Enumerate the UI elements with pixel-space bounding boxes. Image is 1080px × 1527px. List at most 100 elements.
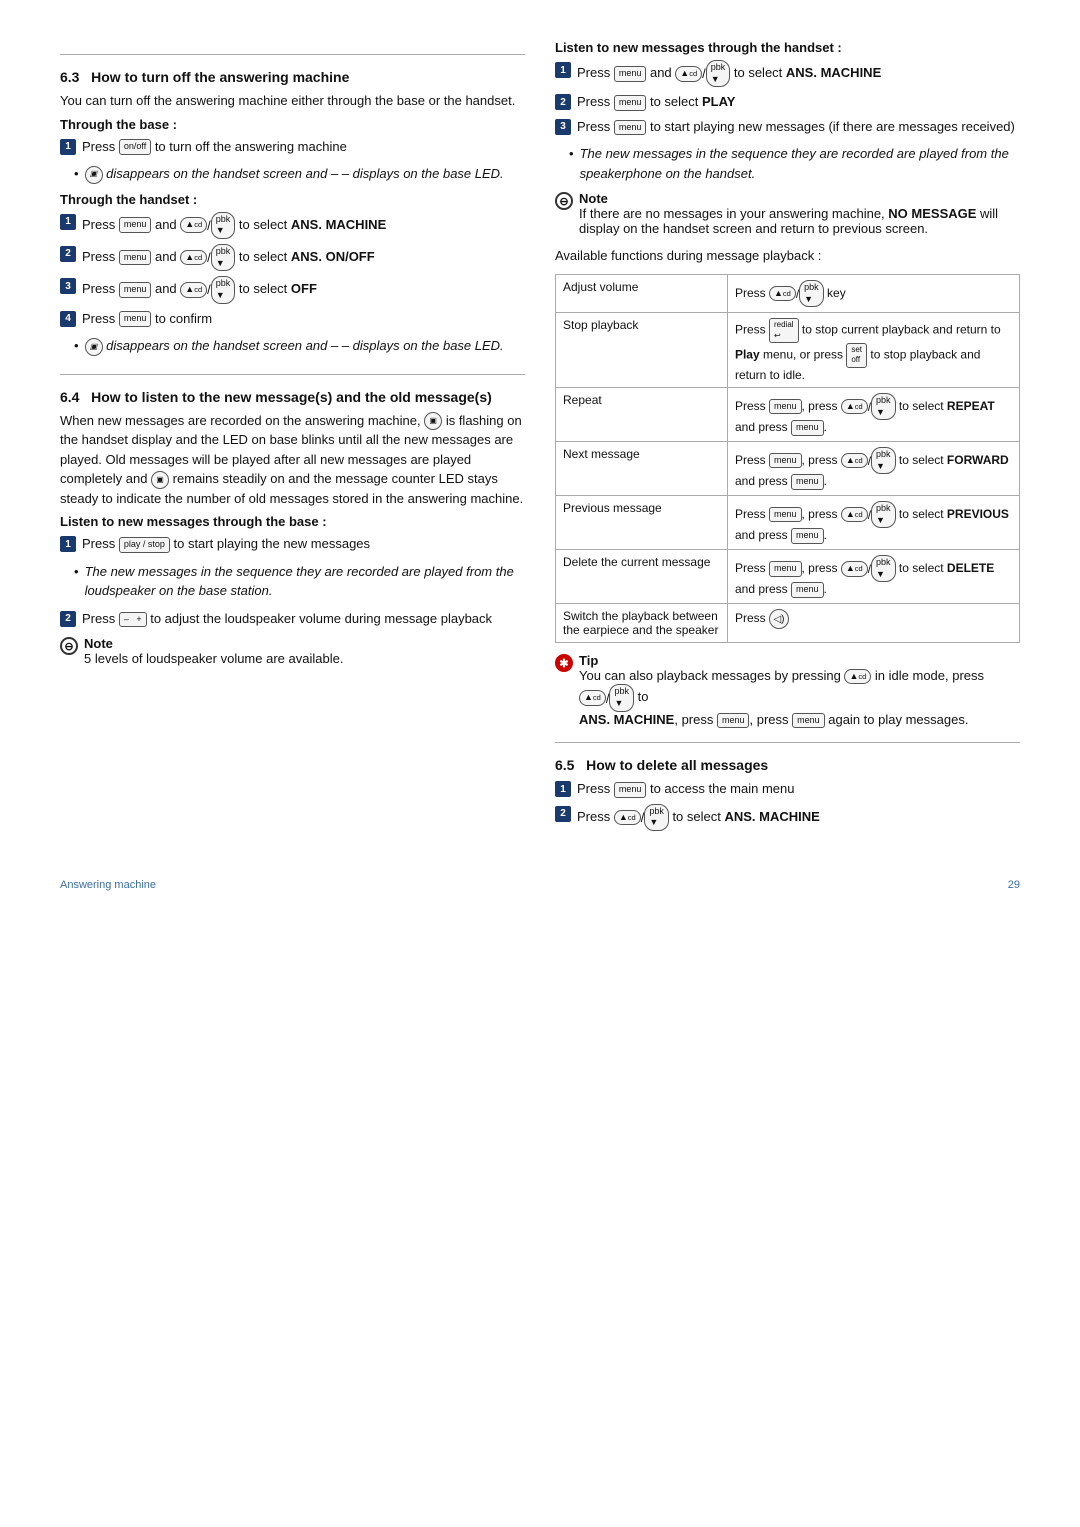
redial-key: redial↩ <box>769 318 799 343</box>
listen-base-steps: 1 Press play / stop to start playing the… <box>60 534 525 554</box>
table-caption: Available functions during message playb… <box>555 246 1020 266</box>
step-item: 1 Press menu to access the main menu <box>555 779 1020 799</box>
nav-key-group5: ▲cd/pbk▼ <box>769 280 824 307</box>
page-footer: Answering machine 29 <box>60 879 1020 891</box>
menu-key4: menu <box>119 311 152 327</box>
note-box-2: ⊖ NoteIf there are no messages in your a… <box>555 191 1020 236</box>
through-base-steps: 1 Press on/off to turn off the answering… <box>60 137 525 157</box>
bullet-text: ▣ disappears on the handset screen and –… <box>85 164 504 184</box>
nav-down-key5: pbk▼ <box>799 280 824 307</box>
nav-down-key10: pbk▼ <box>609 684 634 711</box>
step-text: Press menu to start playing new messages… <box>577 117 1015 137</box>
table-row: Repeat Press menu, press ▲cd/pbk▼ to sel… <box>556 387 1020 441</box>
step-text: Press menu and ▲cd/pbk▼ to select ANS. O… <box>82 244 375 271</box>
through-handset-steps: 1 Press menu and ▲cd/pbk▼ to select ANS.… <box>60 212 525 329</box>
action-cell: Press menu, press ▲cd/pbk▼ to select PRE… <box>727 495 1019 549</box>
section-6-3-heading: 6.3 How to turn off the answering machin… <box>60 69 525 85</box>
nav-up-key: ▲cd <box>180 217 207 233</box>
menu-key10: menu <box>769 453 802 469</box>
bullet-item: The new messages in the sequence they ar… <box>74 562 525 601</box>
step-text: Press ▲cd/pbk▼ to select ANS. MACHINE <box>577 804 820 831</box>
listen-base-steps2: 2 Press – + to adjust the loudspeaker vo… <box>60 609 525 629</box>
through-base-heading: Through the base : <box>60 117 525 132</box>
step-number: 2 <box>555 94 571 110</box>
bullet-item: ▣ disappears on the handset screen and –… <box>74 336 525 356</box>
step-number: 2 <box>60 611 76 627</box>
note-icon: ⊖ <box>60 637 78 655</box>
nav-up-key8: ▲cd <box>841 507 868 523</box>
nav-down-key: pbk▼ <box>211 212 236 239</box>
nav-key-group3: ▲cd/pbk▼ <box>180 276 235 303</box>
section-6-5-heading: 6.5 How to delete all messages <box>555 757 1020 773</box>
step-item: 2 Press – + to adjust the loudspeaker vo… <box>60 609 525 629</box>
nav-up-key12: ▲cd <box>614 810 641 826</box>
step-text: Press menu to access the main menu <box>577 779 795 799</box>
page-number: 29 <box>1008 879 1020 891</box>
action-cell: Press menu, press ▲cd/pbk▼ to select DEL… <box>727 550 1019 604</box>
step-item: 2 Press menu to select PLAY <box>555 92 1020 112</box>
step-number: 3 <box>60 278 76 294</box>
section-6-4-intro: When new messages are recorded on the an… <box>60 411 525 509</box>
menu-key14: menu <box>769 561 802 577</box>
nav-down-key7: pbk▼ <box>871 447 896 474</box>
section-6-5-steps: 1 Press menu to access the main menu 2 P… <box>555 779 1020 831</box>
nav-up-key7: ▲cd <box>841 453 868 469</box>
tip-icon: ✱ <box>555 654 573 672</box>
step-text: Press play / stop to start playing the n… <box>82 534 370 554</box>
menu-key: menu <box>119 217 152 233</box>
step-text: Press menu to confirm <box>82 309 212 329</box>
listen-handset-heading: Listen to new messages through the hands… <box>555 40 1020 55</box>
func-cell: Delete the current message <box>556 550 728 604</box>
play-stop-key: play / stop <box>119 537 170 553</box>
table-row: Previous message Press menu, press ▲cd/p… <box>556 495 1020 549</box>
listen-handset-steps: 1 Press menu and ▲cd/pbk▼ to select ANS.… <box>555 60 1020 136</box>
action-cell: Press ◁) <box>727 604 1019 643</box>
menu-key11: menu <box>791 474 824 490</box>
note-box-1: ⊖ Note5 levels of loudspeaker volume are… <box>60 636 525 666</box>
msg-icon2: ▣ <box>85 338 103 356</box>
bullet-text: ▣ disappears on the handset screen and –… <box>85 336 504 356</box>
through-handset-heading: Through the handset : <box>60 192 525 207</box>
step-text: Press on/off to turn off the answering m… <box>82 137 347 157</box>
footer-left: Answering machine <box>60 879 156 891</box>
section-6-3-intro: You can turn off the answering machine e… <box>60 91 525 111</box>
nav-key-group4: ▲cd/pbk▼ <box>675 60 730 87</box>
menu-key8: menu <box>769 399 802 415</box>
step-text: Press – + to adjust the loudspeaker volu… <box>82 609 492 629</box>
menu-key16: menu <box>717 713 750 729</box>
left-column: 6.3 How to turn off the answering machin… <box>60 40 525 849</box>
table-row: Adjust volume Press ▲cd/pbk▼ key <box>556 274 1020 312</box>
func-cell: Switch the playback between the earpiece… <box>556 604 728 643</box>
bottom-divider <box>555 742 1020 743</box>
step-number: 4 <box>60 311 76 327</box>
nav-up-key4: ▲cd <box>675 66 702 82</box>
speaker-key: ◁) <box>769 609 789 629</box>
action-cell: Press redial↩ to stop current playback a… <box>727 313 1019 388</box>
bullet-item: ▣ disappears on the handset screen and –… <box>74 164 525 184</box>
step-text: Press menu and ▲cd/pbk▼ to select ANS. M… <box>82 212 386 239</box>
nav-down-key2: pbk▼ <box>211 244 236 271</box>
menu-key13: menu <box>791 528 824 544</box>
step-number: 2 <box>60 246 76 262</box>
on-off-key: on/off <box>119 139 151 155</box>
nav-up-key6: ▲cd <box>841 399 868 415</box>
func-cell: Repeat <box>556 387 728 441</box>
step-item: 1 Press play / stop to start playing the… <box>60 534 525 554</box>
nav-key-group9: ▲cd/pbk▼ <box>841 555 896 582</box>
note-content2: NoteIf there are no messages in your ans… <box>579 191 1020 236</box>
nav-down-key11: pbk▼ <box>644 804 669 831</box>
table-row: Switch the playback between the earpiece… <box>556 604 1020 643</box>
action-cell: Press menu, press ▲cd/pbk▼ to select REP… <box>727 387 1019 441</box>
table-row: Next message Press menu, press ▲cd/pbk▼ … <box>556 441 1020 495</box>
step-item: 2 Press ▲cd/pbk▼ to select ANS. MACHINE <box>555 804 1020 831</box>
menu-key9: menu <box>791 420 824 436</box>
step-item: 4 Press menu to confirm <box>60 309 525 329</box>
nav-key-group2: ▲cd/pbk▼ <box>180 244 235 271</box>
nav-key-group7: ▲cd/pbk▼ <box>841 447 896 474</box>
bullet-item: The new messages in the sequence they ar… <box>569 144 1020 183</box>
menu-key18: menu <box>614 782 647 798</box>
step-number: 2 <box>555 806 571 822</box>
step-item: 1 Press menu and ▲cd/pbk▼ to select ANS.… <box>60 212 525 239</box>
table-row: Stop playback Press redial↩ to stop curr… <box>556 313 1020 388</box>
step-number: 3 <box>555 119 571 135</box>
